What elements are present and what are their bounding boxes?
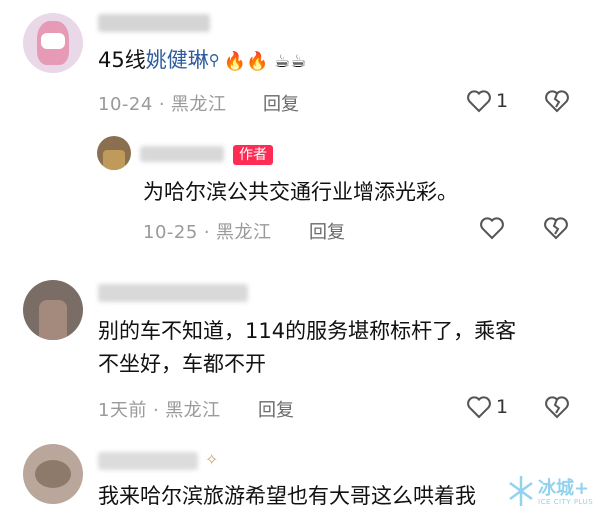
like-button[interactable]: [466, 89, 492, 113]
comment-date: 1天前: [98, 400, 147, 421]
comment-date: 10-25: [143, 222, 198, 243]
comment-meta: 10-24 · 黑龙江: [98, 94, 227, 115]
comment-prefix: 45线: [98, 48, 146, 72]
mention-link[interactable]: 姚健琳: [146, 48, 209, 72]
comment-location: 黑龙江: [171, 94, 227, 115]
dislike-button[interactable]: [543, 216, 569, 240]
username-redacted[interactable]: [98, 284, 248, 302]
broken-heart-icon: [544, 217, 568, 240]
comment-text: 别的车不知道，114的服务堪称标杆了，乘客 不坐好，车都不开: [98, 315, 516, 381]
avatar[interactable]: [23, 444, 83, 504]
like-button[interactable]: [466, 395, 492, 419]
comment-date: 10-24: [98, 94, 153, 115]
avatar[interactable]: [97, 136, 131, 170]
comment-line: 别的车不知道，114的服务堪称标杆了，乘客: [98, 319, 517, 343]
heart-icon: [467, 90, 491, 113]
comment-text: 我来哈尔滨旅游希望也有大哥这么哄着我: [98, 484, 476, 508]
comment-text: 为哈尔滨公共交通行业增添光彩。: [143, 180, 458, 204]
like-button[interactable]: [479, 216, 505, 240]
username-redacted[interactable]: [98, 452, 198, 470]
heart-icon: [480, 217, 504, 240]
watermark-brand: 冰城+: [538, 478, 590, 499]
emoji-group: 🔥🔥 ☕☕: [223, 51, 307, 72]
like-count: 1: [496, 396, 509, 418]
comment-line: 不坐好，车都不开: [98, 352, 266, 376]
dislike-button[interactable]: [544, 89, 570, 113]
reply-button[interactable]: 回复: [309, 218, 345, 244]
decoration-icon: ✧: [205, 450, 219, 469]
reply-button[interactable]: 回复: [263, 90, 299, 116]
heart-icon: [467, 396, 491, 419]
avatar[interactable]: [23, 13, 83, 73]
comment-meta: 10-25 · 黑龙江: [143, 222, 272, 243]
avatar[interactable]: [23, 280, 83, 340]
comment-location: 黑龙江: [216, 222, 272, 243]
username-redacted[interactable]: [98, 14, 210, 32]
reply-button[interactable]: 回复: [258, 396, 294, 422]
author-badge: 作者: [233, 145, 273, 165]
comment-meta: 1天前 · 黑龙江: [98, 400, 221, 421]
like-count: 1: [496, 90, 509, 112]
watermark-subtitle: ICE CITY PLUS: [538, 498, 594, 506]
comment-location: 黑龙江: [165, 400, 221, 421]
dislike-button[interactable]: [544, 395, 570, 419]
broken-heart-icon: [545, 90, 569, 113]
ice-crystal-icon: [509, 476, 533, 506]
watermark-logo: 冰城+ ICE CITY PLUS: [506, 470, 598, 520]
username-redacted[interactable]: [140, 146, 224, 162]
broken-heart-icon: [545, 396, 569, 419]
search-icon[interactable]: ⚲: [209, 51, 220, 69]
comment-text: 45线姚健琳⚲ 🔥🔥 ☕☕: [98, 44, 307, 78]
